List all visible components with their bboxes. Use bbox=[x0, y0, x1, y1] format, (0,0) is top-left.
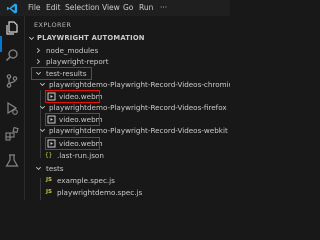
tree-item-label: playwrightdemo-Playwright-Record-Videos-… bbox=[49, 126, 228, 135]
js-file-icon: JS bbox=[46, 177, 53, 183]
workspace-title: PLAYWRIGHT AUTOMATION bbox=[37, 34, 145, 42]
menu-file[interactable]: File bbox=[28, 2, 41, 13]
highlight-box bbox=[45, 137, 100, 150]
vscode-logo-icon bbox=[6, 3, 18, 14]
menu-go[interactable]: Go bbox=[123, 2, 133, 13]
tree-item-label: tests bbox=[46, 164, 64, 173]
chevron-right-icon bbox=[36, 48, 40, 53]
tree-item-firefox-folder[interactable]: playwrightdemo-Playwright-Record-Videos-… bbox=[25, 102, 230, 113]
menu-more[interactable]: ··· bbox=[160, 2, 167, 13]
chevron-down-icon bbox=[40, 82, 45, 86]
explorer-sidebar: EXPLORER PLAYWRIGHT AUTOMATION node_modu… bbox=[25, 16, 230, 200]
tree-item-tests[interactable]: tests bbox=[25, 163, 230, 174]
source-control-icon[interactable] bbox=[4, 73, 20, 89]
search-icon[interactable] bbox=[4, 47, 20, 63]
tree-item-playwrightdemo-spec[interactable]: JS playwrightdemo.spec.js bbox=[25, 187, 230, 198]
tree-item-label: example.spec.js bbox=[57, 176, 115, 185]
tree-item-label: playwright-report bbox=[46, 57, 109, 66]
chevron-down-icon bbox=[40, 105, 45, 109]
active-indicator bbox=[0, 36, 2, 52]
chevron-down-icon bbox=[29, 36, 34, 40]
tree-item-label: playwrightdemo-Playwright-Record-Videos-… bbox=[49, 80, 230, 89]
js-file-icon: JS bbox=[46, 189, 53, 195]
json-file-icon: {} bbox=[45, 152, 53, 159]
menu-view[interactable]: View bbox=[102, 2, 120, 13]
tree-item-webkit-folder[interactable]: playwrightdemo-Playwright-Record-Videos-… bbox=[25, 125, 230, 136]
tree-item-playwright-report[interactable]: playwright-report bbox=[25, 56, 230, 67]
run-debug-icon[interactable] bbox=[4, 100, 20, 116]
explorer-title: EXPLORER bbox=[34, 21, 72, 29]
files-icon[interactable] bbox=[4, 20, 20, 36]
activity-bar bbox=[0, 16, 25, 200]
extensions-icon[interactable] bbox=[4, 126, 20, 142]
tree-item-chromium-folder[interactable]: playwrightdemo-Playwright-Record-Videos-… bbox=[25, 79, 230, 90]
tree-item-last-run-json[interactable]: {} .last-run.json bbox=[25, 150, 230, 161]
tree-item-label: playwrightdemo-Playwright-Record-Videos-… bbox=[49, 103, 227, 112]
menu-run[interactable]: Run bbox=[139, 2, 153, 13]
tree-item-label: playwrightdemo.spec.js bbox=[57, 188, 143, 197]
testing-icon[interactable] bbox=[4, 153, 20, 169]
chevron-down-icon bbox=[36, 166, 41, 170]
section-header[interactable]: PLAYWRIGHT AUTOMATION bbox=[25, 33, 230, 44]
tree-item-label: .last-run.json bbox=[57, 151, 104, 160]
chevron-down-icon bbox=[40, 128, 45, 132]
menu-edit[interactable]: Edit bbox=[46, 2, 61, 13]
tree-item-example-spec[interactable]: JS example.spec.js bbox=[25, 175, 230, 186]
tree-item-label: node_modules bbox=[46, 46, 99, 55]
menu-bar: File Edit Selection View Go Run ··· bbox=[0, 0, 230, 16]
tree-item-node-modules[interactable]: node_modules bbox=[25, 45, 230, 56]
chevron-right-icon bbox=[36, 59, 40, 64]
menu-selection[interactable]: Selection bbox=[65, 2, 100, 13]
